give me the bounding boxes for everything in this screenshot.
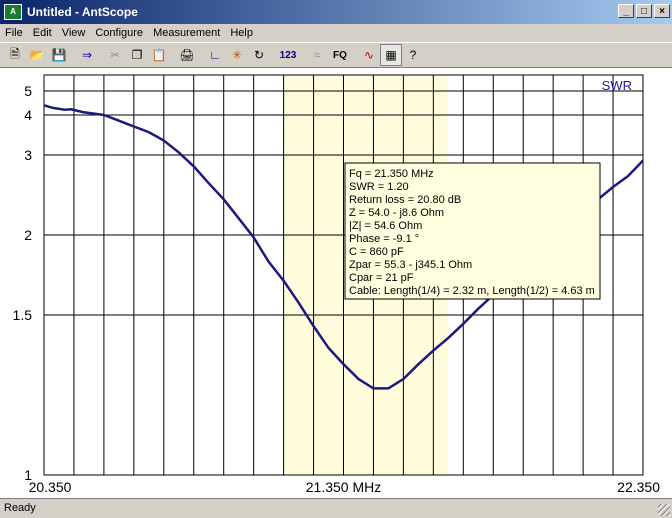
markers-icon[interactable]: ∿ (358, 44, 380, 66)
x-tick-label: 21.350 MHz (306, 479, 381, 495)
swr-chart[interactable]: 5 4 3 2 1.5 1 20.350 21.350 MHz 22.350 SWR Fq =… (0, 68, 672, 498)
memory-button[interactable]: 123 (276, 44, 300, 66)
y-tick-label: 2 (24, 227, 32, 243)
open-icon[interactable]: 📂 (26, 44, 48, 66)
menu-edit[interactable]: Edit (28, 27, 57, 39)
x-tick-label: 22.350 (617, 479, 660, 495)
cut-icon[interactable]: ✂ (104, 44, 126, 66)
resize-grip-icon[interactable] (658, 504, 670, 516)
refresh-icon[interactable]: ↻ (248, 44, 270, 66)
minimize-button[interactable]: _ (618, 4, 634, 18)
y-tick-label: 1.5 (13, 307, 33, 323)
antscope-app-icon: A (4, 4, 22, 20)
marker-info-line: SWR = 1.20 (349, 181, 409, 193)
marker-info-line: Zpar = 55.3 - j345.1 Ohm (349, 259, 472, 271)
title-bar: A Untitled - AntScope _ □ × (0, 0, 672, 24)
menu-configure[interactable]: Configure (90, 27, 148, 39)
status-bar: Ready (0, 498, 672, 518)
menu-help[interactable]: Help (225, 27, 258, 39)
marker-info-line: Phase = -9.1 ° (349, 233, 419, 245)
help-icon[interactable]: ? (402, 44, 424, 66)
memory-icon[interactable]: ▦ (380, 44, 402, 66)
paste-icon[interactable]: 📋 (148, 44, 170, 66)
save-icon[interactable]: 💾 (48, 44, 70, 66)
marker-info-line: Cable: Length(1/4) = 2.32 m, Length(1/2)… (349, 285, 595, 297)
series-label: SWR (602, 78, 632, 93)
x-tick-label: 20.350 (29, 479, 72, 495)
menu-view[interactable]: View (57, 27, 91, 39)
close-button[interactable]: × (654, 4, 670, 18)
marker-info-line: |Z| = 54.6 Ohm (349, 220, 422, 232)
wifi-icon[interactable]: ≈ (306, 44, 328, 66)
y-tick-label: 5 (24, 83, 32, 99)
marker-info-line: C = 860 pF (349, 246, 404, 258)
menu-measurement[interactable]: Measurement (148, 27, 225, 39)
chart-icon[interactable]: ∟ (204, 44, 226, 66)
marker-info-line: Fq = 21.350 MHz (349, 168, 434, 180)
toolbar: 🗎 📂 💾 ⇒ ✂ ❐ 📋 🖨 ∟ ✳ ↻ 123 ≈ FQ ∿ ▦ ? (0, 42, 672, 68)
scan-icon[interactable]: ✳ (226, 44, 248, 66)
maximize-button[interactable]: □ (636, 4, 652, 18)
y-tick-label: 4 (24, 107, 32, 123)
marker-info-line: Cpar = 21 pF (349, 272, 414, 284)
new-icon[interactable]: 🗎 (4, 44, 26, 66)
y-tick-label: 3 (24, 147, 32, 163)
print-icon[interactable]: 🖨 (176, 44, 198, 66)
status-text: Ready (4, 502, 36, 514)
menu-file[interactable]: File (0, 27, 28, 39)
copy-icon[interactable]: ❐ (126, 44, 148, 66)
export-icon[interactable]: ⇒ (76, 44, 98, 66)
marker-info-line: Z = 54.0 - j8.6 Ohm (349, 207, 444, 219)
fq-button[interactable]: FQ (328, 44, 352, 66)
window-title: Untitled - AntScope (27, 5, 138, 19)
marker-info-line: Return loss = 20.80 dB (349, 194, 461, 206)
menu-bar: File Edit View Configure Measurement Hel… (0, 24, 672, 42)
